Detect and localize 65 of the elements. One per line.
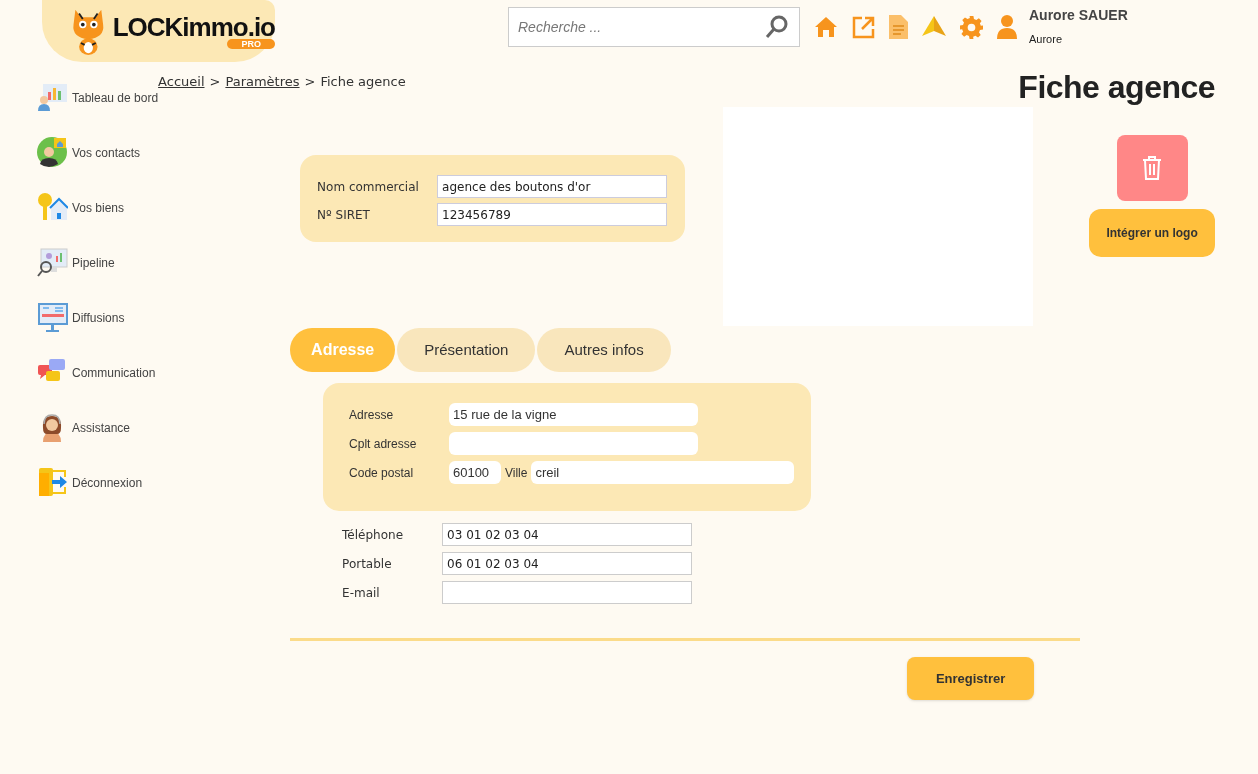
pro-badge: PRO [227,39,275,49]
field-label: Portable [342,555,393,573]
home-icon[interactable] [814,15,838,39]
field-label: Nº SIRET [317,206,371,224]
breadcrumb-link[interactable]: Paramètres [225,72,300,92]
input-field[interactable]: agence des boutons d'or [437,175,668,198]
sidebar-label: Assistance [72,419,131,437]
sidebar-label: Diffusions [72,309,125,327]
sidebar-item[interactable]: Communication [37,345,159,400]
field-label: Code postal [349,464,415,482]
field-label: Adresse [349,406,395,424]
sidebar-label: Pipeline [72,254,115,272]
sidebar-item[interactable]: Vos contacts [37,125,159,180]
user-subtitle: Aurore [1029,32,1064,47]
integrate-logo-button[interactable]: Intégrer un logo [1089,209,1216,257]
search-icon[interactable] [764,14,790,40]
key-house-icon [37,192,68,223]
input-field[interactable] [442,581,693,604]
breadcrumb-current: Fiche agence [320,73,406,91]
sidebar-item[interactable]: Tableau de bord [37,70,159,125]
field-label: E-mail [342,584,381,602]
sidebar-label: Vos biens [72,199,125,217]
input-field[interactable]: 123456789 [437,203,668,226]
trash-icon [1142,156,1163,180]
page-title: Fiche agence [1018,68,1216,107]
user-icon[interactable] [997,15,1017,39]
sidebar-item[interactable]: Déconnexion [37,455,159,510]
paper-plane-icon[interactable] [922,16,946,38]
sidebar-item[interactable]: Pipeline [37,235,159,290]
sidebar-item[interactable]: Assistance [37,400,159,455]
field-label: Nom commercial [317,178,420,196]
exit-door-icon [37,467,68,498]
field-label: Cplt adresse [349,435,418,453]
input-field[interactable]: creil [531,461,795,484]
sidebar-item[interactable]: Diffusions [37,290,159,345]
input-field[interactable]: 03 01 02 03 04 [442,523,693,546]
external-link-icon[interactable] [852,15,875,39]
sidebar-item[interactable]: Vos biens [37,180,159,235]
breadcrumb-separator: > [209,73,221,91]
delete-button[interactable] [1116,135,1188,201]
dashboard-chart-icon [37,82,68,113]
tab[interactable]: Présentation [397,328,536,372]
input-field[interactable]: 60100 [448,461,501,484]
input-field[interactable]: 06 01 02 03 04 [442,552,693,575]
save-button[interactable]: Enregistrer [907,657,1035,700]
sidebar-label: Communication [72,364,156,382]
search-field[interactable]: Recherche ... [508,7,800,47]
sidebar-label: Déconnexion [72,474,143,492]
document-icon[interactable] [889,15,908,39]
breadcrumb-separator: > [304,73,316,91]
computer-screen-icon [37,302,68,333]
monitor-magnifier-icon [37,247,68,278]
tab[interactable]: Autres infos [537,328,671,372]
sidebar-label: Vos contacts [72,144,141,162]
logo-wordmark: LOCKimmo.io [112,13,275,41]
field-label: Téléphone [342,526,405,544]
input-field[interactable]: 15 rue de la vigne [449,403,699,426]
field-label: Ville [504,464,528,482]
breadcrumb-link[interactable]: Accueil [158,72,205,92]
logo[interactable]: LOCKimmo.io PRO [42,0,275,62]
sidebar-label: Tableau de bord [72,89,159,107]
contact-person-icon [37,137,68,168]
user-name: Aurore SAUER [1029,6,1128,25]
settings-icon[interactable] [960,15,983,39]
input-field[interactable] [449,432,699,455]
